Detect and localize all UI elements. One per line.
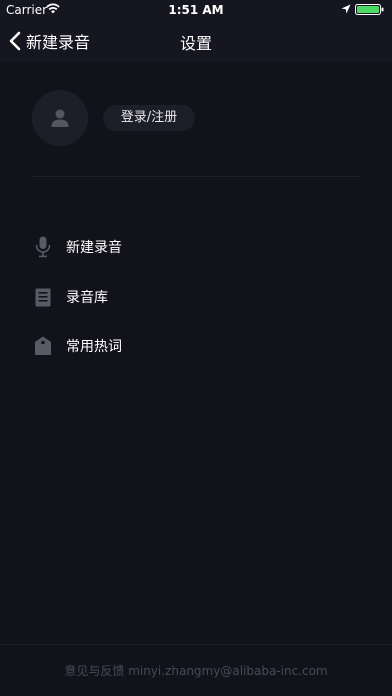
- profile-divider: [32, 176, 360, 177]
- status-time: 1:51 AM: [168, 3, 224, 17]
- menu-item-label: 新建录音: [66, 240, 122, 256]
- menu-item-label: 常用热词: [66, 339, 122, 355]
- settings-screen: Carrier 1:51 AM 新建录音 设置 登录/注册 新建录音 录音库 常…: [0, 0, 392, 696]
- menu-item-label: 录音库: [66, 290, 108, 306]
- user-icon: [51, 109, 69, 127]
- document-icon: [30, 285, 56, 309]
- status-bar: Carrier 1:51 AM: [0, 0, 392, 20]
- location-icon: [341, 4, 351, 14]
- avatar[interactable]: [32, 90, 88, 146]
- menu-item-new-recording[interactable]: 新建录音: [30, 230, 360, 264]
- menu-item-hot-words[interactable]: 常用热词: [30, 329, 360, 363]
- navigation-bar: 新建录音 设置: [0, 20, 392, 62]
- feedback-link[interactable]: 意见与反馈 minyi.zhangmy@alibaba-inc.com: [0, 662, 392, 679]
- menu-item-recording-library[interactable]: 录音库: [30, 280, 360, 314]
- page-title: 设置: [179, 34, 212, 53]
- battery-icon: [355, 4, 384, 15]
- tag-icon: [30, 334, 56, 358]
- login-register-button[interactable]: 登录/注册: [103, 105, 195, 131]
- footer-divider: [0, 644, 392, 645]
- microphone-icon: [30, 235, 56, 259]
